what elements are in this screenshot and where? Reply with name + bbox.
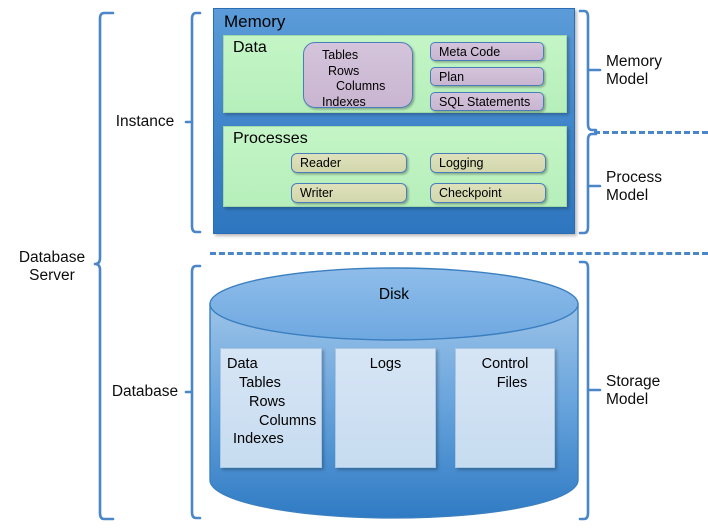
label-instance: Instance <box>115 113 175 130</box>
bracket-memory-model <box>578 9 598 132</box>
disk-box-data-line-0: Data <box>227 356 258 372</box>
bracket-process-model <box>578 132 598 235</box>
bracket-instance <box>190 11 202 234</box>
diagram-canvas: Database Server Instance Database Memory… <box>0 0 708 530</box>
process-chip-writer[interactable]: Writer <box>291 183 407 203</box>
memory-chip-meta-code[interactable]: Meta Code <box>430 42 544 61</box>
memory-chip-tables-line-2: Columns <box>336 79 386 93</box>
data-panel-title: Data <box>233 39 267 56</box>
memory-chip-tables-line-1: Rows <box>328 63 360 78</box>
label-storage-model: Storage Model <box>606 373 661 408</box>
divider-instance-database <box>210 252 708 255</box>
processes-panel-title: Processes <box>233 130 308 147</box>
label-database: Database <box>111 383 179 400</box>
disk-box-data-line-3: Columns <box>259 412 317 429</box>
label-memory-model: Memory Model <box>606 53 662 88</box>
disk-box-data-line-4: Indexes <box>233 431 284 448</box>
disk-box-control-line-0: Control <box>481 356 529 372</box>
processes-panel: Processes Reader Writer Logging Checkpoi… <box>223 126 567 207</box>
disk-box-data[interactable]: Data Tables Rows Columns Indexes <box>220 348 322 468</box>
disk-box-logs[interactable]: Logs <box>335 348 436 468</box>
memory-chip-tables[interactable]: Tables Rows Columns Indexes <box>303 42 413 109</box>
disk-box-control-files[interactable]: Control Files <box>455 348 555 468</box>
memory-chip-tables-line-3: Indexes <box>322 94 366 109</box>
memory-chip-sql-statements[interactable]: SQL Statements <box>430 92 544 111</box>
memory-chip-plan[interactable]: Plan <box>430 67 544 86</box>
process-chip-reader[interactable]: Reader <box>291 153 407 173</box>
divider-memory-process <box>594 131 708 134</box>
memory-title: Memory <box>224 12 286 31</box>
bracket-database <box>190 264 202 520</box>
disk-box-data-line-2: Rows <box>249 393 286 410</box>
label-process-model: Process Model <box>606 169 662 204</box>
process-chip-checkpoint[interactable]: Checkpoint <box>430 183 546 203</box>
memory-data-panel: Data Tables Rows Columns Indexes Meta Co… <box>223 35 567 113</box>
memory-chip-tables-line-0: Tables <box>322 48 359 62</box>
instance-container: Memory Data Tables Rows Columns Indexes … <box>213 8 575 234</box>
bracket-storage-model <box>578 260 590 521</box>
disk-cylinder: Disk Data Tables Rows Columns Indexes Lo… <box>208 266 580 520</box>
process-chip-logging[interactable]: Logging <box>430 153 546 173</box>
disk-title: Disk <box>378 286 410 303</box>
label-database-server: Database Server <box>18 249 86 284</box>
disk-box-logs-line-0: Logs <box>369 356 402 372</box>
disk-box-control-line-1: Files <box>496 374 528 391</box>
disk-box-data-line-1: Tables <box>239 374 281 391</box>
